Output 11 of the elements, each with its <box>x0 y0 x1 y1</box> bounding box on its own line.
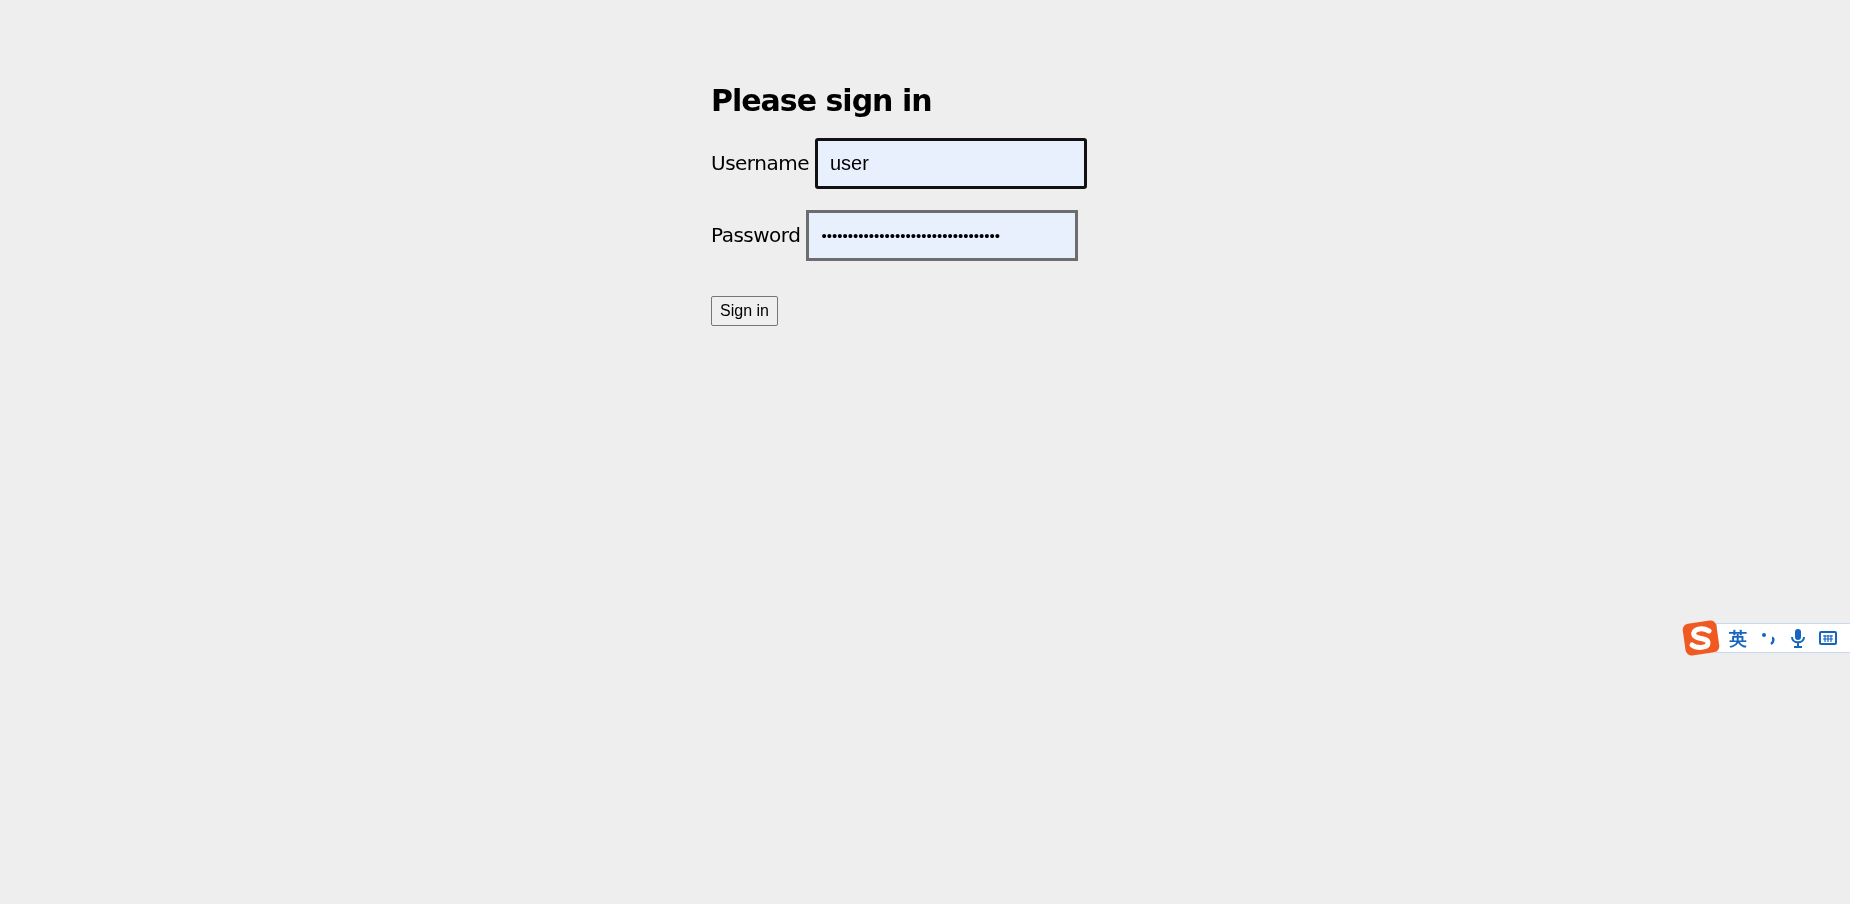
input-mode-toggle[interactable]: 英 <box>1729 624 1747 652</box>
sign-in-button[interactable]: Sign in <box>711 295 778 326</box>
field-label: Password <box>711 222 801 249</box>
input-field[interactable]: user <box>814 137 1087 189</box>
ime-logo-icon[interactable] <box>1682 620 1720 656</box>
input-field[interactable]: •••••••••••••••••••••••••••••••••• <box>806 209 1079 261</box>
microphone-icon[interactable] <box>1791 628 1805 648</box>
punctuation-icon[interactable] <box>1761 630 1777 646</box>
form-title: Please sign in <box>711 82 932 120</box>
keyboard-icon[interactable] <box>1819 631 1837 645</box>
field-label: Username <box>711 150 809 177</box>
